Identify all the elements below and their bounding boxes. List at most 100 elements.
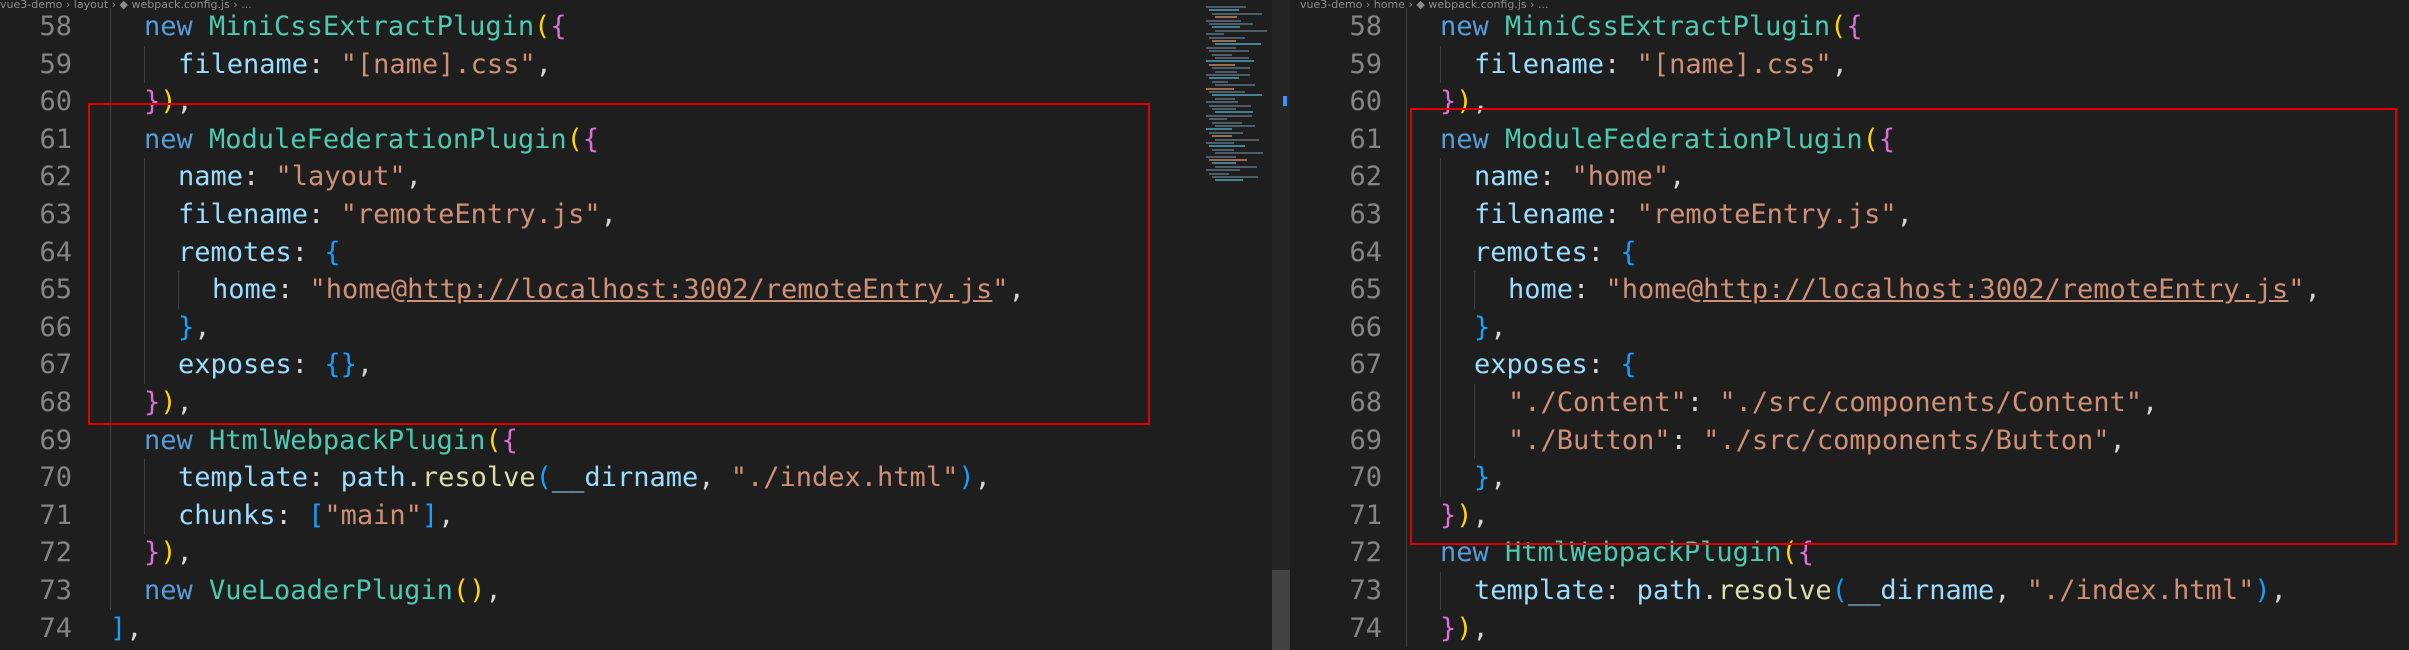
line-number: 71 <box>1349 499 1382 531</box>
editor-split-divider[interactable] <box>1272 0 1290 650</box>
code-line[interactable]: 67 exposes: {}, <box>0 346 1272 384</box>
code-line[interactable]: 62 name: "home", <box>1290 158 2409 196</box>
code-line[interactable]: 60}), <box>0 83 1272 121</box>
code-token: ] <box>421 499 439 531</box>
code-token: , <box>485 574 502 606</box>
code-token: " <box>992 274 1009 306</box>
code-token: "./src/components/Content" <box>1719 386 2142 418</box>
url-link[interactable]: http://localhost:3002/remoteEntry.js <box>407 274 992 305</box>
code-line[interactable]: 63 filename: "remoteEntry.js", <box>0 195 1272 234</box>
code-token: ) <box>160 86 177 118</box>
line-number: 65 <box>1349 274 1382 306</box>
code-text: name: "home", <box>1474 158 1685 196</box>
code-token: filename <box>178 48 309 80</box>
indent-guide <box>144 271 145 309</box>
code-token: , <box>438 499 455 531</box>
code-line[interactable]: 67 exposes: { <box>1290 346 2409 384</box>
indent-guide <box>110 421 111 460</box>
code-token: "remoteEntry.js" <box>340 198 601 230</box>
scrollbar-thumb[interactable] <box>1272 570 1290 650</box>
code-token: [ <box>308 499 325 531</box>
code-token: : <box>308 462 341 494</box>
code-token: new <box>1440 123 1506 155</box>
code-area[interactable]: 58 new MiniCssExtractPlugin({59 filename: … <box>0 8 1272 647</box>
code-line[interactable]: 58 new MiniCssExtractPlugin({ <box>0 8 1272 46</box>
code-text: "./Content": "./src/components/Content", <box>1508 384 2158 422</box>
line-number: 73 <box>1349 574 1382 606</box>
code-line[interactable]: 59 filename: "[name].css", <box>1290 45 2409 84</box>
code-token: . <box>405 462 422 494</box>
code-token: __dirname <box>1847 574 1995 606</box>
code-line[interactable]: 59 filename: "[name].css", <box>0 45 1272 84</box>
line-number: 72 <box>39 537 72 569</box>
line-number: 63 <box>1349 198 1382 230</box>
code-line[interactable]: 73 new VueLoaderPlugin(), <box>0 571 1272 610</box>
code-line[interactable]: 70}, <box>1290 459 2409 497</box>
code-line[interactable]: 60}), <box>1290 83 2409 121</box>
code-line[interactable]: 69 new HtmlWebpackPlugin({ <box>0 421 1272 460</box>
line-number: 61 <box>39 123 72 155</box>
code-line[interactable]: 68 "./Content": "./src/components/Content… <box>1290 383 2409 422</box>
code-token: chunks <box>178 499 276 531</box>
code-text: chunks: ["main"], <box>178 497 454 535</box>
code-token: { <box>501 424 518 456</box>
indent-guide <box>1406 346 1407 384</box>
code-token: , <box>698 462 731 494</box>
code-line[interactable]: 62 name: "layout", <box>0 158 1272 196</box>
code-line[interactable]: 65 home: "home@http://localhost:3002/remo… <box>0 271 1272 309</box>
code-token: ( <box>535 462 552 494</box>
code-token: , <box>1831 48 1848 80</box>
code-line[interactable]: 70 template: path.resolve(__dirname, "./i… <box>0 459 1272 497</box>
line-number: 70 <box>39 462 72 494</box>
code-token: "./index.html" <box>730 462 959 494</box>
code-line[interactable]: 69 "./Button": "./src/components/Button", <box>1290 421 2409 460</box>
indent-guide <box>1406 534 1407 572</box>
url-link[interactable]: http://localhost:3002/remoteEntry.js <box>1703 274 2288 305</box>
code-line[interactable]: 66}, <box>1290 308 2409 347</box>
code-line[interactable]: 74], <box>0 610 1272 648</box>
code-line[interactable]: 74}), <box>1290 609 2409 648</box>
code-token: } <box>144 386 161 418</box>
code-line[interactable]: 71 chunks: ["main"], <box>0 496 1272 535</box>
code-token: ) <box>1456 612 1473 644</box>
code-line[interactable]: 72}), <box>0 534 1272 572</box>
indent-guide <box>1406 383 1407 422</box>
code-text: new MiniCssExtractPlugin({ <box>144 8 567 46</box>
code-line[interactable]: 65 home: "home@http://localhost:3002/remo… <box>1290 271 2409 309</box>
code-line[interactable]: 61 new ModuleFederationPlugin({ <box>0 120 1272 159</box>
code-area[interactable]: 58 new MiniCssExtractPlugin({59 filename: … <box>1290 8 2409 648</box>
left-editor-pane[interactable]: vue3-demo › layout › ◆ webpack.config.js… <box>0 0 1272 650</box>
code-token: , <box>1490 462 1507 494</box>
indent-guide <box>110 534 111 572</box>
code-token: " <box>2288 274 2305 306</box>
line-number: 74 <box>1349 612 1382 644</box>
line-number: 61 <box>1349 123 1382 155</box>
code-line[interactable]: 68}), <box>0 383 1272 422</box>
code-token: ) <box>160 537 177 569</box>
indent-guide <box>1406 459 1407 497</box>
line-number: 70 <box>1349 462 1382 494</box>
code-token: : <box>1670 424 1704 456</box>
indent-guide <box>110 383 111 422</box>
code-token: , <box>600 198 617 230</box>
code-token: , <box>2141 386 2159 418</box>
code-line[interactable]: 66}, <box>0 308 1272 347</box>
code-text: home: "home@http://localhost:3002/remote… <box>212 271 1025 309</box>
code-line[interactable]: 72 new HtmlWebpackPlugin({ <box>1290 534 2409 572</box>
code-token: , <box>176 86 193 118</box>
code-token: ) <box>1456 499 1473 531</box>
code-line[interactable]: 58 new MiniCssExtractPlugin({ <box>1290 8 2409 46</box>
code-line[interactable]: 73 template: path.resolve(__dirname, "./i… <box>1290 571 2409 610</box>
line-number: 59 <box>39 48 72 80</box>
code-line[interactable]: 71}), <box>1290 496 2409 535</box>
code-line[interactable]: 64 remotes: { <box>1290 233 2409 272</box>
code-token: } <box>1440 499 1457 531</box>
code-token: new <box>1440 537 1506 569</box>
code-line[interactable]: 61 new ModuleFederationPlugin({ <box>1290 120 2409 159</box>
code-token: ( <box>534 11 551 42</box>
indent-guide <box>1406 571 1407 610</box>
indent-guide <box>1440 233 1441 272</box>
code-line[interactable]: 63 filename: "remoteEntry.js", <box>1290 195 2409 234</box>
code-line[interactable]: 64 remotes: { <box>0 233 1272 272</box>
right-editor-pane[interactable]: vue3-demo › home › ◆ webpack.config.js ›… <box>1290 0 2409 650</box>
